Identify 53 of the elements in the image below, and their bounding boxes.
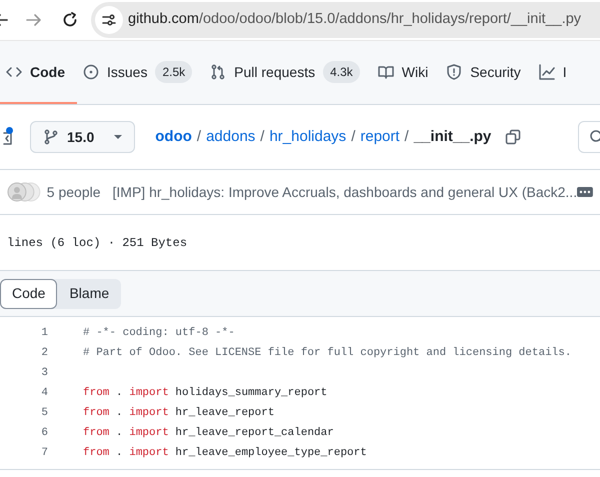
line-number: 1 bbox=[40, 326, 48, 341]
pull-request-icon bbox=[210, 64, 226, 80]
repo-tab[interactable]: Issues 2.5k bbox=[77, 42, 204, 104]
url-text: github.com/odoo/odoo/blob/15.0/addons/hr_holidays/report/__init__.py bbox=[128, 10, 582, 30]
graph-icon bbox=[538, 64, 555, 80]
branch-icon bbox=[43, 129, 59, 145]
forward-arrow-icon[interactable] bbox=[26, 12, 42, 28]
site-settings-icon[interactable] bbox=[95, 6, 123, 34]
file-name: __init__.py bbox=[414, 126, 492, 147]
repo-tab[interactable]: Security bbox=[440, 42, 533, 104]
book-icon bbox=[378, 64, 394, 80]
shield-icon bbox=[446, 64, 462, 80]
file-info: lines (6 loc) · 251 Bytes bbox=[7, 234, 188, 252]
breadcrumb-link[interactable]: addons bbox=[206, 126, 256, 148]
line-number: 2 bbox=[40, 346, 48, 361]
code-line: from . import hr_leave_report bbox=[83, 406, 274, 421]
caret-icon bbox=[114, 135, 122, 139]
line-number: 7 bbox=[40, 446, 48, 461]
repo-tab[interactable]: Wiki bbox=[372, 42, 440, 104]
contributors-link[interactable]: 5 people bbox=[46, 182, 101, 202]
breadcrumb-link[interactable]: report bbox=[360, 126, 400, 148]
code-line: # -*- coding: utf-8 -*- bbox=[83, 326, 235, 341]
view-tab[interactable]: Blame bbox=[57, 278, 122, 308]
commit-message[interactable]: [IMP] hr_holidays: Improve Accruals, dashboards and general UX (Back2... bbox=[112, 182, 578, 202]
more-icon[interactable] bbox=[577, 187, 593, 197]
reload-icon[interactable] bbox=[62, 12, 78, 28]
path-separator: / bbox=[404, 126, 409, 147]
breadcrumb-link[interactable]: odoo bbox=[155, 126, 192, 148]
line-number: 4 bbox=[40, 386, 48, 401]
code-line: # Part of Odoo. See LICENSE file for full copyright and licensing details. bbox=[83, 346, 572, 361]
panel-icon[interactable] bbox=[3, 131, 13, 145]
code-line: from . import hr_leave_report_calendar bbox=[83, 426, 334, 441]
view-tab[interactable]: Code bbox=[0, 278, 58, 308]
count-badge: 2.5k bbox=[155, 61, 192, 83]
repo-tab[interactable]: Pull requests 4.3k bbox=[204, 42, 372, 104]
code-line: from . import hr_leave_employee_type_report bbox=[83, 446, 367, 461]
breadcrumb-link[interactable]: hr_holidays bbox=[269, 126, 346, 148]
circle-dot-icon bbox=[83, 64, 99, 80]
back-arrow-icon[interactable] bbox=[0, 12, 8, 28]
avatar-stack-icon bbox=[7, 182, 41, 202]
branch-button[interactable]: 15.0 bbox=[30, 121, 136, 153]
line-number: 3 bbox=[40, 366, 48, 381]
repo-tab[interactable]: I bbox=[532, 42, 579, 104]
copy-icon[interactable] bbox=[505, 129, 522, 145]
path-separator: / bbox=[351, 126, 356, 147]
path-separator: / bbox=[196, 126, 202, 147]
line-number: 5 bbox=[40, 406, 48, 421]
path-separator: / bbox=[260, 126, 264, 147]
code-line: from . import holidays_summary_report bbox=[83, 386, 328, 401]
repo-tab[interactable]: Code bbox=[0, 42, 77, 104]
address-bar[interactable]: github.com/odoo/odoo/blob/15.0/addons/hr_holidays/report/__init__.py bbox=[91, 2, 600, 38]
count-badge: 4.3k bbox=[323, 61, 360, 83]
line-number: 6 bbox=[40, 426, 48, 441]
